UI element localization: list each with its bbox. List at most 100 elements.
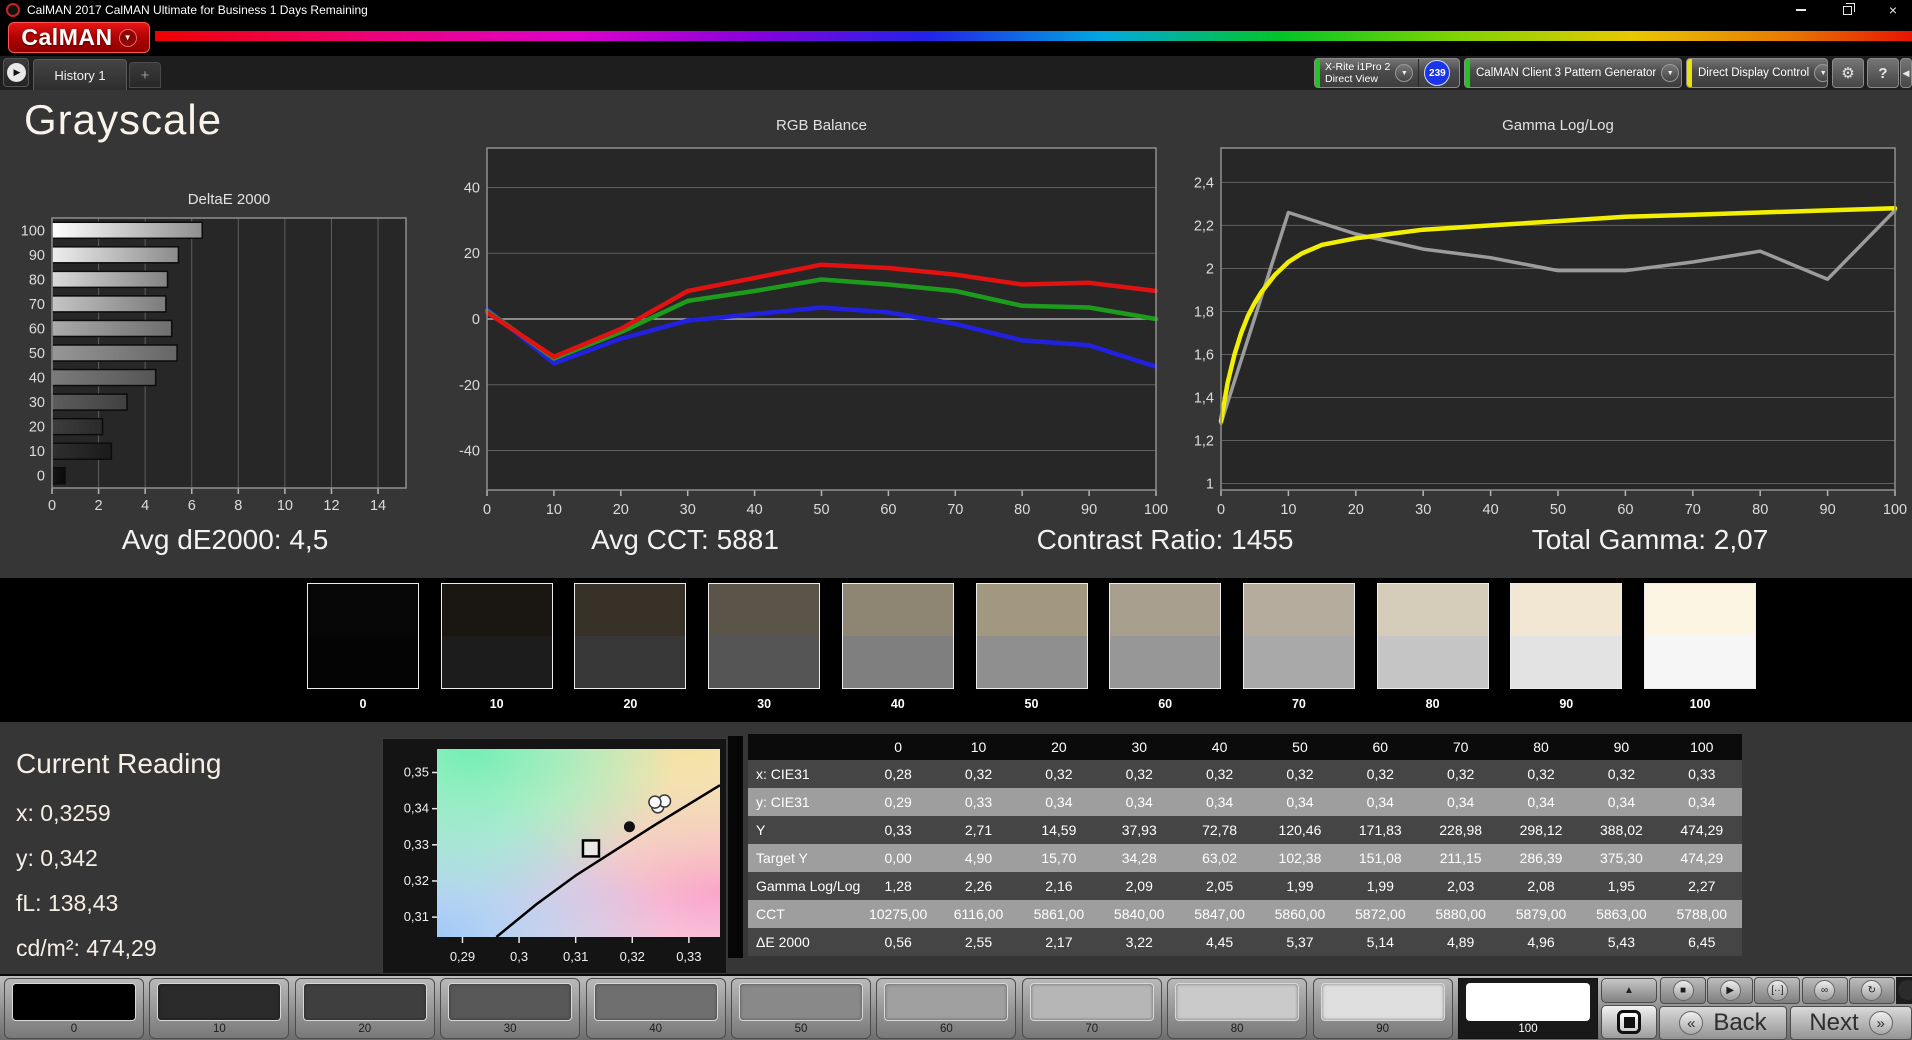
refresh-icon: ↻ (1861, 980, 1883, 1001)
stop-button[interactable]: ■ (1660, 977, 1706, 1004)
swatch-level-label: 60 (1158, 697, 1173, 711)
table-cell: 171,83 (1358, 822, 1402, 838)
pattern-button-20[interactable]: 20 (294, 978, 435, 1039)
table-cell: 0,29 (884, 794, 912, 810)
meter-reading-badge: 239 (1424, 60, 1451, 86)
table-header-cell: 10 (970, 739, 987, 755)
next-button[interactable]: Next » (1790, 1006, 1912, 1040)
pattern-button-40[interactable]: 40 (585, 978, 726, 1039)
pattern-window-button[interactable] (1601, 1005, 1657, 1039)
table-cell: 34,28 (1121, 850, 1157, 866)
table-row-label: y: CIE31 (756, 794, 810, 810)
grayscale-swatch-10 (440, 583, 553, 689)
calman-logo-menu-button[interactable]: CalMAN ▼ (8, 22, 150, 53)
grayscale-swatch-100 (1644, 583, 1756, 689)
deltae-bar-40 (51, 368, 157, 387)
loop-button[interactable]: ∞ (1801, 977, 1848, 1004)
table-cell: 0,34 (1607, 794, 1635, 810)
pattern-panel-up-button[interactable]: ▲ (1601, 978, 1657, 1003)
table-cell: 2,03 (1447, 878, 1475, 894)
y-axis-tick-label: 0,34 (404, 801, 429, 816)
pattern-button-10[interactable]: 10 (149, 978, 290, 1039)
y-axis-tick-label: 30 (29, 395, 45, 411)
table-cell: 5,14 (1366, 934, 1394, 950)
x-axis-tick-label: 30 (680, 502, 696, 518)
table-cell: 72,78 (1202, 822, 1238, 838)
tab-history-1[interactable]: History 1 (33, 59, 127, 90)
x-axis-tick-label: 4 (141, 498, 149, 514)
x-axis-tick-label: 100 (1883, 502, 1907, 518)
table-cell: 1,99 (1286, 878, 1314, 894)
x-axis-tick-label: 80 (1752, 502, 1768, 518)
y-axis-tick-label: 1,2 (1194, 434, 1214, 450)
chevron-down-icon: ▼ (1814, 64, 1827, 82)
summary-stat: Avg CCT: 5881 (591, 524, 779, 555)
table-cell: 0,32 (1366, 766, 1394, 782)
pattern-swatch (884, 983, 1009, 1021)
measured-dot-marker (623, 821, 635, 833)
chevron-left-icon: ◀ (1902, 67, 1910, 78)
pattern-button-100[interactable]: 100 (1458, 978, 1598, 1039)
grayscale-swatch-80 (1376, 583, 1489, 689)
pattern-button-70[interactable]: 70 (1021, 978, 1162, 1039)
table-cell: 2,27 (1688, 878, 1716, 894)
x-axis-tick-label: 0 (483, 502, 491, 518)
table-header-cell: 30 (1131, 739, 1148, 755)
x-axis-tick-label: 50 (1550, 502, 1566, 518)
chart-title: RGB Balance (776, 117, 867, 134)
table-cell: 2,05 (1205, 878, 1234, 894)
target-swatch (1511, 636, 1622, 688)
pattern-button-50[interactable]: 50 (731, 978, 871, 1039)
pattern-swatch (1029, 983, 1154, 1021)
help-icon: ? (1878, 64, 1888, 82)
pattern-button-30[interactable]: 30 (440, 978, 581, 1039)
table-cell: 2,26 (964, 878, 993, 894)
refresh-button[interactable]: ↻ (1848, 977, 1895, 1004)
y-axis-tick-label: 0 (472, 312, 480, 328)
maximize-button[interactable] (1832, 0, 1862, 20)
x-axis-tick-label: 70 (947, 502, 963, 518)
pattern-button-60[interactable]: 60 (876, 978, 1017, 1039)
display-control-dropdown[interactable]: Direct Display Control ▼ (1686, 58, 1828, 88)
swatch-level-label: 20 (623, 697, 638, 711)
display-label: Direct Display Control (1698, 67, 1810, 79)
meter-dropdown[interactable]: X-Rite i1Pro 2 Direct View ▼ 239 (1314, 58, 1460, 88)
pattern-button-80[interactable]: 80 (1167, 978, 1308, 1039)
workflow-nav-button[interactable]: ▶ (3, 58, 29, 87)
table-row: x: CIE31 0,28 0,32 0,32 0,32 0,32 0,32 0,32 0,32… (748, 760, 1742, 788)
settings-button[interactable]: ⚙ (1832, 58, 1864, 88)
pattern-source-dropdown[interactable]: CalMAN Client 3 Pattern Generator ▼ (1464, 58, 1682, 88)
actual-swatch (308, 584, 418, 636)
play-button[interactable]: ▶ (1707, 977, 1754, 1004)
back-button[interactable]: « Back (1659, 1006, 1787, 1040)
pattern-swatch (1466, 983, 1590, 1021)
swatch-level-label: 30 (757, 697, 772, 711)
table-cell: 0,32 (1045, 766, 1073, 782)
x-axis-tick-label: 0,31 (563, 949, 588, 964)
x-axis-tick-label: 40 (1483, 502, 1499, 518)
y-axis-tick-label: 1,8 (1194, 304, 1214, 320)
help-button[interactable]: ? (1867, 58, 1899, 88)
table-cell: 0,33 (964, 794, 993, 810)
close-icon: × (1888, 2, 1898, 18)
pattern-swatch (302, 983, 427, 1021)
window-button[interactable]: [··] (1754, 977, 1801, 1004)
rainbow-gradient-bar (155, 31, 1912, 41)
table-cell: 4,96 (1527, 934, 1555, 950)
x-axis-tick-label: 10 (546, 502, 562, 518)
daylight-locus-line (495, 784, 721, 938)
reading-fl: fL: 138,43 (16, 890, 119, 916)
minimize-button[interactable] (1786, 0, 1816, 20)
close-button[interactable]: × (1878, 0, 1908, 20)
pattern-button-0[interactable]: 0 (4, 978, 144, 1039)
pattern-label: 10 (212, 1023, 226, 1035)
pattern-button-90[interactable]: 90 (1312, 978, 1453, 1039)
y-axis-tick-label: -40 (459, 444, 480, 460)
add-tab-button[interactable]: + (129, 62, 161, 88)
pattern-label: 20 (358, 1023, 372, 1035)
x-axis-tick-label: 20 (1348, 502, 1364, 518)
x-axis-tick-label: 40 (747, 502, 763, 518)
collapse-toolbar-button[interactable]: ◀ (1900, 58, 1912, 88)
deltae-bar-60 (51, 319, 173, 338)
y-axis-tick-label: -20 (459, 378, 480, 394)
